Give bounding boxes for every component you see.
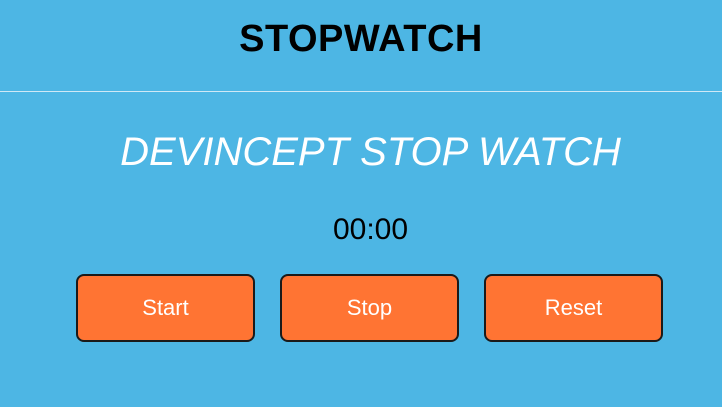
header-bar: STOPWATCH (0, 0, 722, 92)
app-title: STOPWATCH (239, 18, 483, 60)
time-display: 00:00 (332, 213, 409, 246)
reset-button[interactable]: Reset (484, 274, 663, 342)
stopwatch-subtitle: DEVINCEPT STOP WATCH (120, 130, 621, 174)
stop-button[interactable]: Stop (280, 274, 459, 342)
start-button[interactable]: Start (76, 274, 255, 342)
